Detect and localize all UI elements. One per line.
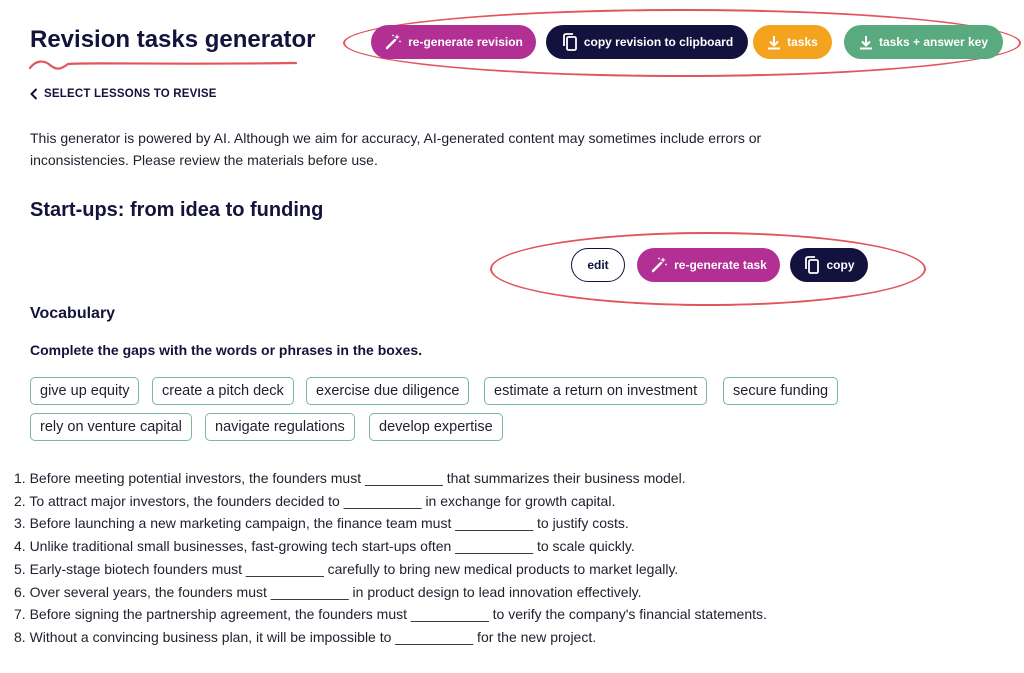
copy-revision-label: copy revision to clipboard bbox=[583, 35, 734, 49]
question-item: 3. Before launching a new marketing camp… bbox=[14, 515, 629, 532]
question-item: 5. Early-stage biotech founders must ___… bbox=[14, 560, 679, 577]
word-bank-item[interactable]: give up equity bbox=[30, 377, 140, 405]
ai-disclaimer: This generator is powered by AI. Althoug… bbox=[30, 130, 762, 168]
copy-task-button[interactable]: copy bbox=[790, 248, 868, 282]
lesson-title: Start-ups: from idea to funding bbox=[30, 199, 324, 221]
question-item: 4. Unlike traditional small businesses, … bbox=[14, 538, 635, 555]
regenerate-revision-button[interactable]: re-generate revision bbox=[371, 25, 536, 59]
word-bank-item[interactable]: navigate regulations bbox=[205, 413, 355, 441]
word-bank-item[interactable]: estimate a return on investment bbox=[484, 377, 708, 405]
regenerate-task-button[interactable]: re-generate task bbox=[637, 248, 780, 282]
question-item: 7. Before signing the partnership agreem… bbox=[14, 606, 767, 623]
task-instruction: Complete the gaps with the words or phra… bbox=[30, 342, 423, 358]
tasks-download-button[interactable]: tasks bbox=[753, 25, 832, 59]
word-bank-item[interactable]: exercise due diligence bbox=[306, 377, 470, 405]
regenerate-task-label: re-generate task bbox=[674, 258, 767, 272]
question-list: 1. Before meeting potential investors, t… bbox=[14, 467, 767, 649]
regenerate-revision-label: re-generate revision bbox=[408, 35, 523, 49]
magic-wand-icon bbox=[385, 34, 402, 50]
question-item: 2. To attract major investors, the found… bbox=[14, 492, 616, 509]
tasks-answer-key-download-button[interactable]: tasks + answer key bbox=[844, 25, 1003, 59]
tasks-answer-key-label: tasks + answer key bbox=[878, 35, 989, 49]
edit-task-button[interactable]: edit bbox=[571, 248, 625, 282]
copy-icon bbox=[562, 33, 577, 51]
copy-task-label: copy bbox=[826, 258, 855, 272]
word-bank-item[interactable]: rely on venture capital bbox=[30, 413, 192, 441]
tasks-download-label: tasks bbox=[787, 35, 818, 49]
chevron-left-icon bbox=[30, 88, 38, 100]
magic-wand-icon bbox=[651, 257, 668, 273]
question-item: 8. Without a convincing business plan, i… bbox=[14, 628, 597, 645]
question-item: 1. Before meeting potential investors, t… bbox=[14, 470, 686, 486]
word-bank-item[interactable]: create a pitch deck bbox=[152, 377, 294, 405]
back-to-lessons-link[interactable]: SELECT LESSONS TO REVISE bbox=[30, 88, 217, 100]
word-bank-item[interactable]: secure funding bbox=[723, 377, 839, 405]
back-link-label: SELECT LESSONS TO REVISE bbox=[44, 88, 217, 100]
copy-revision-button[interactable]: copy revision to clipboard bbox=[546, 25, 748, 59]
copy-icon bbox=[805, 256, 820, 274]
download-icon bbox=[768, 35, 781, 49]
word-bank-item[interactable]: develop expertise bbox=[369, 413, 503, 441]
question-item: 6. Over several years, the founders must… bbox=[14, 583, 642, 600]
edit-task-label: edit bbox=[587, 258, 609, 272]
download-icon bbox=[859, 35, 872, 49]
title-underline-annotation bbox=[28, 60, 298, 70]
page-title: Revision tasks generator bbox=[30, 26, 316, 53]
vocabulary-heading: Vocabulary bbox=[30, 305, 116, 322]
